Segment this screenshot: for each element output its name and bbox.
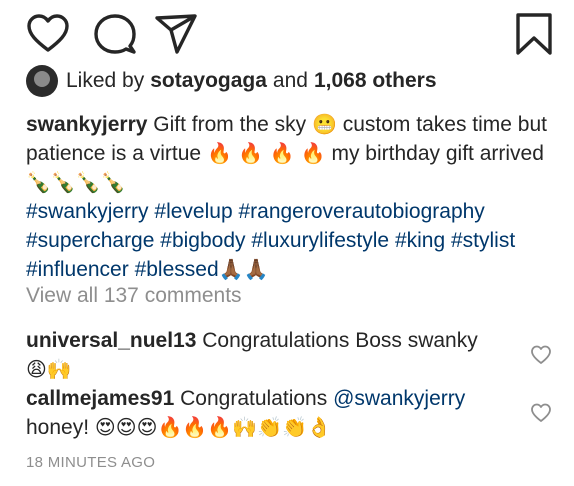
fire-emoji: 🔥 🔥 🔥 🔥	[206, 141, 326, 165]
comment-emoji: 😩🙌	[26, 357, 72, 381]
comment-username[interactable]: universal_nuel13	[26, 329, 196, 352]
like-button[interactable]	[26, 12, 70, 56]
hashtag-link[interactable]: #supercharge	[26, 229, 154, 252]
save-button[interactable]	[514, 12, 554, 56]
likes-others-link[interactable]: 1,068 others	[314, 69, 437, 93]
hashtag-link[interactable]: #bigbody	[160, 229, 245, 252]
heart-icon	[27, 14, 69, 52]
hashtag-link[interactable]: #luxurylifestyle	[251, 229, 389, 252]
hashtag-link[interactable]: #rangeroverautobiography	[238, 200, 484, 223]
comment-text: Congratulations	[180, 387, 328, 410]
comment-item: callmejames91 Congratulations @swankyjer…	[26, 384, 554, 442]
hashtag-link[interactable]: #blessed	[135, 258, 219, 281]
hashtag-link[interactable]: #influencer	[26, 258, 129, 281]
comment-item: universal_nuel13 Congratulations Boss sw…	[26, 326, 554, 384]
hashtag-link[interactable]: #swankyjerry	[26, 200, 149, 223]
grimace-emoji: 😬	[311, 112, 337, 136]
bookmark-icon	[516, 13, 552, 55]
caption-text: my birthday gift arrived	[331, 142, 544, 165]
comment-username[interactable]: callmejames91	[26, 387, 174, 410]
praying-hands-emoji: 🙏🏾🙏🏾	[218, 257, 269, 281]
share-button[interactable]	[154, 12, 198, 56]
post-caption: swankyjerry Gift from the sky 😬 custom t…	[26, 110, 554, 284]
comment-text: Congratulations Boss swanky	[202, 329, 478, 352]
comment-text: honey!	[26, 416, 90, 439]
comment-emoji: 😍😍😍🔥🔥🔥🙌👏👏👌	[94, 415, 332, 439]
hashtag-link[interactable]: #king	[395, 229, 445, 252]
caption-text: Gift from the sky	[153, 113, 307, 136]
post-timestamp: 18 MINUTES AGO	[26, 454, 156, 471]
post-action-bar	[26, 12, 554, 56]
champagne-emoji: 🍾🍾🍾🍾	[26, 170, 126, 194]
hashtag-link[interactable]: #levelup	[154, 200, 232, 223]
heart-icon	[531, 345, 551, 364]
liker-username[interactable]: sotayogaga	[150, 69, 267, 93]
likes-summary: Liked by sotayogaga and 1,068 others	[26, 64, 437, 98]
comment-like-button[interactable]	[530, 402, 552, 424]
caption-username[interactable]: swankyjerry	[26, 113, 147, 136]
likes-conjunction: and	[272, 69, 308, 92]
comment-mention-link[interactable]: @swankyjerry	[333, 387, 465, 410]
caption-hashtags: #swankyjerry #levelup #rangeroverautobio…	[26, 200, 515, 281]
hashtag-link[interactable]: #stylist	[451, 229, 515, 252]
speech-bubble-icon	[94, 14, 136, 54]
liker-avatar[interactable]	[26, 65, 58, 97]
likes-prefix: Liked by	[66, 69, 145, 92]
comment-button[interactable]	[93, 12, 137, 56]
heart-icon	[531, 403, 551, 422]
paper-plane-icon	[155, 14, 197, 54]
view-all-comments-link[interactable]: View all 137 comments	[26, 284, 242, 308]
comment-like-button[interactable]	[530, 344, 552, 366]
